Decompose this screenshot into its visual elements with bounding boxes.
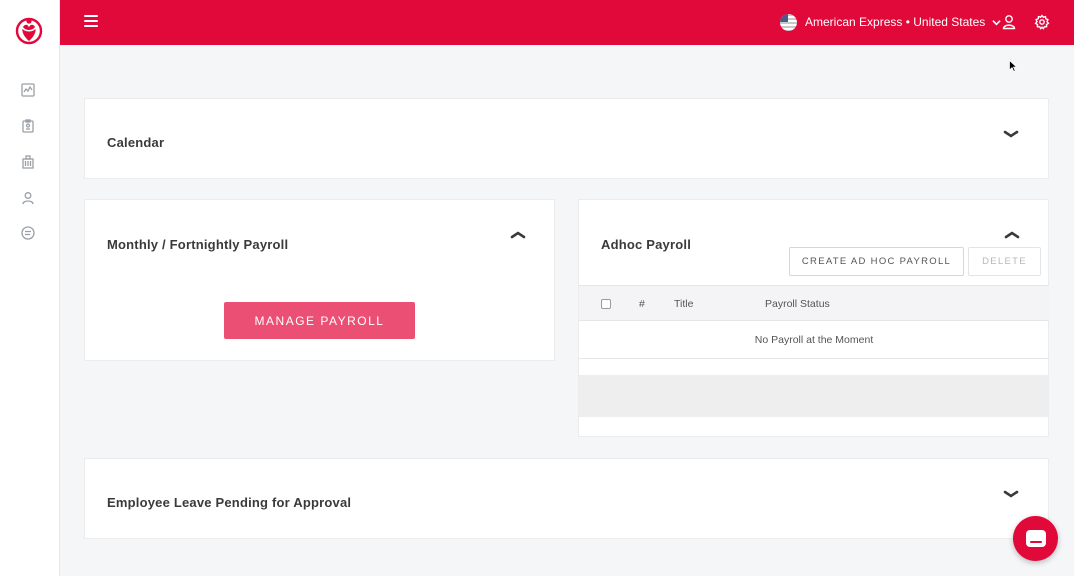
adhoc-payroll-card: Adhoc Payroll CREATE AD HOC PAYROLL DELE… [578,199,1049,437]
chevron-down-icon[interactable] [1003,126,1021,138]
mouse-cursor-icon [1009,60,1017,72]
adhoc-payroll-title: Adhoc Payroll [601,237,692,252]
chevron-up-icon[interactable] [1004,227,1022,239]
chat-bubble-icon [1025,530,1046,547]
monthly-payroll-card: Monthly / Fortnightly Payroll MANAGE PAY… [84,199,555,361]
building-icon[interactable] [20,154,36,170]
empty-table-message: No Payroll at the Moment [579,321,1049,359]
column-header-title: Title [674,298,694,310]
sidebar-nav [0,72,56,252]
select-all-checkbox[interactable] [601,299,611,309]
us-flag-icon [780,13,797,31]
profile-user-icon[interactable] [1001,14,1017,30]
user-icon[interactable] [20,190,36,206]
create-adhoc-payroll-button[interactable]: CREATE AD HOC PAYROLL [789,247,964,276]
leave-approval-card: Employee Leave Pending for Approval [84,458,1049,539]
delete-button[interactable]: DELETE [968,247,1041,276]
calendar-title: Calendar [107,135,165,150]
column-header-status: Payroll Status [765,298,830,310]
adhoc-table-header: # Title Payroll Status [579,285,1049,321]
sidebar [0,0,60,576]
manage-payroll-button[interactable]: MANAGE PAYROLL [224,302,415,339]
gear-icon[interactable] [1034,14,1050,30]
table-footer [579,375,1049,417]
chevron-up-icon[interactable] [510,227,528,239]
chat-launcher-button[interactable] [1013,516,1058,561]
leave-approval-title: Employee Leave Pending for Approval [107,495,352,510]
company-selector[interactable]: American Express • United States [780,12,1001,32]
column-header-number: # [639,298,645,310]
clipboard-icon[interactable] [20,118,36,134]
monthly-payroll-title: Monthly / Fortnightly Payroll [107,237,289,252]
top-bar: American Express • United States [60,0,1074,45]
heart-person-logo[interactable] [14,16,44,46]
chevron-down-icon [992,19,1001,25]
company-selector-label: American Express • United States [805,15,986,29]
hamburger-icon[interactable] [84,15,98,29]
calendar-card: Calendar [84,98,1049,179]
activity-chart-icon[interactable] [20,82,36,98]
chat-list-icon[interactable] [20,225,36,241]
chevron-down-icon[interactable] [1003,486,1021,498]
